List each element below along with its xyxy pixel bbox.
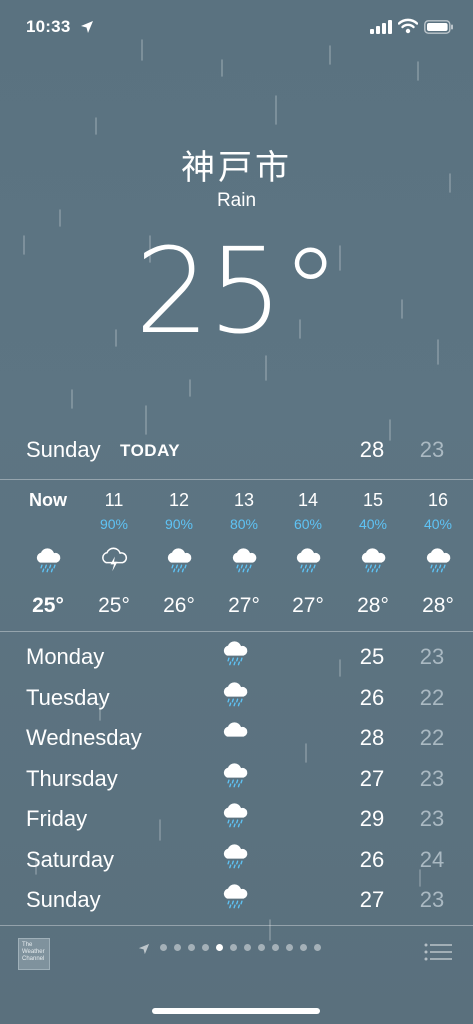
precip-chance: 40%	[423, 516, 453, 532]
day-low: 22	[419, 725, 445, 750]
logo-text: The	[22, 942, 33, 948]
hour-temperature: 27°	[292, 594, 324, 617]
wifi-icon	[398, 18, 418, 34]
hourly-item: Now 25°	[18, 490, 78, 618]
location-arrow-icon	[81, 21, 93, 33]
hourly-item: 16 40% 28°	[408, 490, 468, 618]
logo-text: Weather	[22, 949, 45, 955]
today-label: TODAY	[120, 441, 181, 460]
hour-temperature: 28°	[357, 594, 389, 617]
rain-cloud-icon	[220, 681, 254, 711]
thunderstorm-icon	[84, 538, 144, 582]
page-dot[interactable]	[286, 944, 293, 951]
day-name: Wednesday	[26, 725, 142, 750]
day-name: Sunday	[26, 887, 101, 912]
hour-label: 16	[427, 490, 449, 510]
hour-label: 15	[362, 490, 384, 510]
rain-cloud-icon	[408, 538, 468, 582]
page-indicator[interactable]	[160, 944, 321, 951]
page-dot[interactable]	[314, 944, 321, 951]
precip-chance: 90%	[164, 516, 194, 532]
hour-label: 12	[168, 490, 190, 510]
hourly-item: 13 80% 27°	[214, 490, 274, 618]
precip-chance: 60%	[293, 516, 323, 532]
day-name: Friday	[26, 806, 88, 831]
day-high: 26	[359, 684, 385, 710]
rain-cloud-icon	[343, 538, 403, 582]
hour-label: 11	[104, 490, 124, 510]
precip-chance	[18, 516, 78, 538]
rain-cloud-icon	[149, 538, 209, 582]
day-high: 26	[359, 846, 385, 872]
current-temperature: 25°	[134, 222, 340, 360]
today-low: 23	[419, 437, 445, 462]
weather-channel-logo[interactable]: The Weather Channel	[18, 938, 50, 970]
divider	[0, 479, 473, 480]
day-low: 23	[419, 806, 445, 831]
page-dot[interactable]	[202, 944, 209, 951]
day-high: 27	[359, 887, 385, 912]
page-dot[interactable]	[160, 944, 167, 951]
rain-cloud-icon	[220, 883, 254, 913]
today-day: Sunday	[26, 437, 101, 462]
day-low: 23	[419, 644, 445, 669]
rain-cloud-icon	[278, 538, 338, 582]
precip-chance: 40%	[358, 516, 388, 532]
page-dot[interactable]	[174, 944, 181, 951]
day-name: Thursday	[26, 765, 118, 791]
page-dot[interactable]	[300, 944, 307, 951]
page-dot[interactable]	[188, 944, 195, 951]
day-name: Monday	[26, 644, 105, 669]
day-low: 23	[419, 765, 445, 791]
divider	[0, 631, 473, 632]
current-condition: Rain	[216, 190, 257, 211]
day-high: 28	[359, 725, 385, 750]
today-high: 28	[359, 437, 385, 462]
current-location-icon[interactable]	[138, 943, 150, 955]
day-high: 25	[359, 644, 385, 669]
hour-temperature: 28°	[422, 594, 454, 617]
divider	[0, 925, 473, 926]
rain-cloud-icon	[220, 843, 254, 873]
cellular-signal-icon	[370, 20, 392, 34]
page-dot[interactable]	[272, 944, 279, 951]
rain-cloud-icon	[220, 762, 254, 792]
page-dot[interactable]	[230, 944, 237, 951]
hour-temperature: 25°	[98, 594, 130, 617]
status-time: 10:33	[26, 17, 71, 36]
day-name: Saturday	[26, 846, 115, 872]
hourly-item: 12 90% 26°	[149, 490, 209, 618]
day-low: 23	[419, 887, 445, 912]
hourly-item: 15 40% 28°	[343, 490, 403, 618]
rain-cloud-icon	[214, 538, 274, 582]
hour-label: 13	[233, 490, 255, 510]
hour-label: Now	[29, 490, 67, 510]
page-dot[interactable]	[216, 944, 223, 951]
day-high: 27	[359, 765, 385, 791]
battery-icon	[424, 20, 453, 34]
day-low: 22	[419, 684, 445, 710]
hourly-item: 14 60% 27°	[278, 490, 338, 618]
hour-temperature: 25°	[32, 594, 64, 617]
day-name: Tuesday	[26, 684, 110, 710]
precip-chance: 80%	[229, 516, 259, 532]
hourly-item: 11 90% 25°	[84, 490, 144, 618]
page-dot[interactable]	[244, 944, 251, 951]
hour-temperature: 26°	[163, 594, 195, 617]
cloud-icon	[220, 721, 254, 751]
rain-cloud-icon	[220, 640, 254, 670]
home-indicator[interactable]	[152, 1008, 320, 1014]
hour-label: 14	[297, 490, 319, 510]
city-name: 神戸市	[181, 148, 292, 188]
list-icon[interactable]	[424, 943, 452, 961]
rain-cloud-icon	[220, 802, 254, 832]
hour-temperature: 27°	[228, 594, 260, 617]
page-dot[interactable]	[258, 944, 265, 951]
day-high: 29	[359, 806, 385, 831]
rain-cloud-icon	[18, 538, 78, 582]
precip-chance: 90%	[99, 516, 129, 532]
logo-text: Channel	[22, 956, 45, 962]
day-low: 24	[419, 846, 445, 872]
